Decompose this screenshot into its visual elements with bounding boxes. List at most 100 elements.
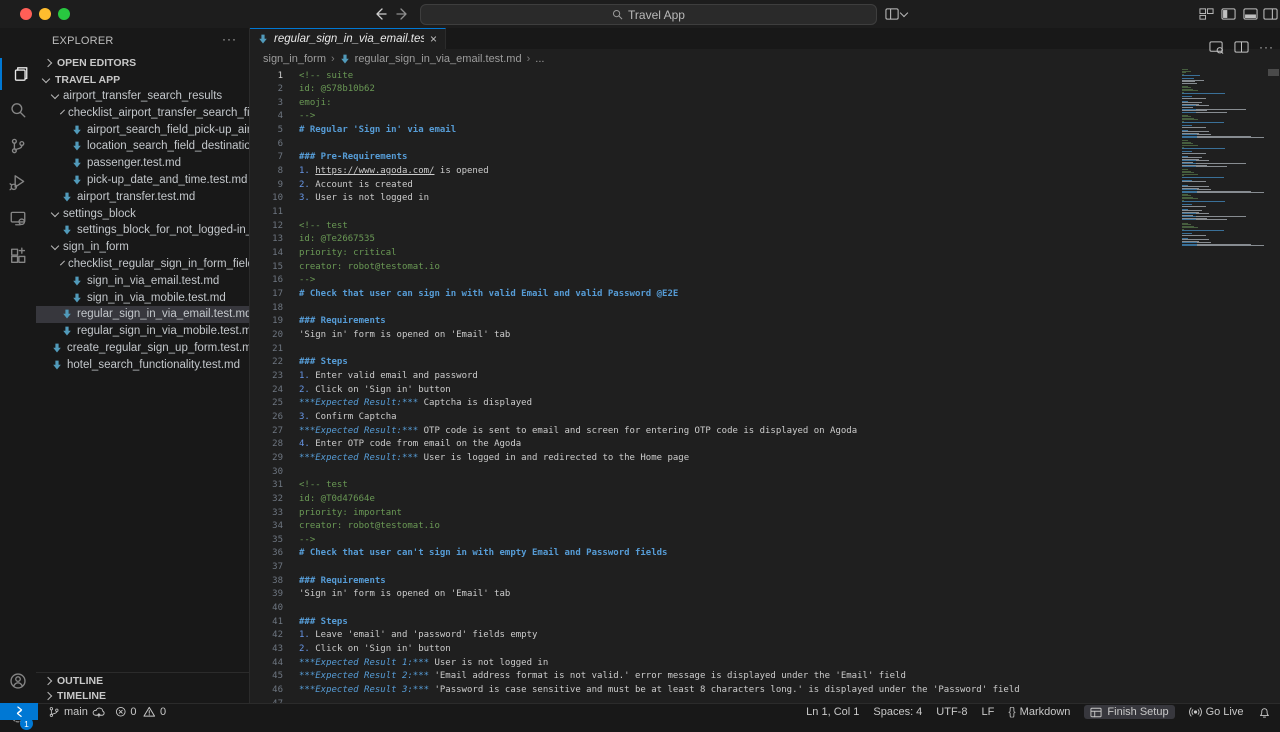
code-line[interactable]: ### Requirements	[299, 315, 1020, 329]
sidebar-item-remote-explorer[interactable]	[0, 202, 36, 234]
code-line[interactable]: 'Sign in' form is opened on 'Email' tab	[299, 329, 1020, 343]
code-line[interactable]: -->	[299, 534, 1020, 548]
code-line[interactable]: <!-- test	[299, 479, 1020, 493]
sidebar-item-search[interactable]	[0, 94, 36, 126]
code-line[interactable]	[299, 138, 1020, 152]
code-line[interactable]	[299, 602, 1020, 616]
code-line[interactable]: creator: robot@testomat.io	[299, 520, 1020, 534]
code-line[interactable]: 2. Account is created	[299, 179, 1020, 193]
code-line[interactable]: id: @T0d47664e	[299, 493, 1020, 507]
toggle-secondary-sidebar-button[interactable]	[1261, 6, 1279, 22]
code-line[interactable]: # Check that user can't sign in with emp…	[299, 547, 1020, 561]
explorer-more-actions-button[interactable]: ···	[222, 32, 237, 46]
outline-section[interactable]: OUTLINE	[36, 672, 258, 689]
code-line[interactable]: ### Pre-Requirements	[299, 151, 1020, 165]
code-line[interactable]: creator: robot@testomat.io	[299, 261, 1020, 275]
problems-item[interactable]: 0 0	[115, 706, 166, 718]
timeline-section[interactable]: TIMELINE	[36, 688, 258, 703]
code-line[interactable]: priority: important	[299, 507, 1020, 521]
code-line[interactable]: ### Steps	[299, 616, 1020, 630]
open-editors-section[interactable]: OPEN EDITORS	[36, 54, 258, 71]
code-line[interactable]: ***Expected Result:*** Captcha is displa…	[299, 397, 1020, 411]
code-line[interactable]: ***Expected Result:*** User is logged in…	[299, 452, 1020, 466]
minimap[interactable]	[1182, 69, 1268, 249]
grid-layout-button[interactable]	[1197, 6, 1215, 22]
code-line[interactable]: 4. Enter OTP code from email on the Agod…	[299, 438, 1020, 452]
tree-item-regular-sign-in-via-mobile-test-md[interactable]: regular_sign_in_via_mobile.test.md	[36, 323, 249, 340]
code-line[interactable]: ### Steps	[299, 356, 1020, 370]
cursor-position-item[interactable]: Ln 1, Col 1	[806, 706, 859, 718]
code-line[interactable]: ***Expected Result 2:*** 'Email address …	[299, 670, 1020, 684]
code-line[interactable]: -->	[299, 110, 1020, 124]
sidebar-item-source-control[interactable]	[0, 130, 36, 162]
code-line[interactable]	[299, 343, 1020, 357]
close-tab-button[interactable]: ×	[430, 33, 437, 45]
command-center-search[interactable]: Travel App	[420, 4, 877, 25]
tree-item-checklist-airport-transfer-search-fie[interactable]: checklist_airport_transfer_search_fie...	[36, 104, 249, 121]
encoding-item[interactable]: UTF-8	[936, 706, 967, 718]
tree-item-hotel-search-functionality-test-md[interactable]: hotel_search_functionality.test.md	[36, 356, 249, 373]
go-live-item[interactable]: Go Live	[1189, 706, 1244, 718]
remote-indicator[interactable]	[0, 703, 38, 720]
indentation-item[interactable]: Spaces: 4	[873, 706, 922, 718]
tree-item-sign-in-via-email-test-md[interactable]: sign_in_via_email.test.md	[36, 272, 249, 289]
tree-item-settings-block-for-not-logged-in-us[interactable]: settings_block_for_not_logged-in_us...	[36, 222, 249, 239]
code-line[interactable]: # Regular 'Sign in' via email	[299, 124, 1020, 138]
code-line[interactable]	[299, 206, 1020, 220]
toggle-primary-sidebar-button[interactable]	[1219, 6, 1237, 22]
code-line[interactable]: 2. Click on 'Sign in' button	[299, 643, 1020, 657]
language-mode-item[interactable]: {} Markdown	[1008, 706, 1070, 718]
breadcrumb-item[interactable]: regular_sign_in_via_email.test.md	[355, 53, 522, 65]
code-line[interactable]: id: @Te2667535	[299, 233, 1020, 247]
code-line[interactable]: emoji:	[299, 97, 1020, 111]
sidebar-item-explorer[interactable]	[0, 58, 38, 90]
git-branch-item[interactable]: main	[48, 706, 105, 718]
code-line[interactable]: ***Expected Result:*** OTP code is sent …	[299, 425, 1020, 439]
tree-item-create-regular-sign-up-form-test-md[interactable]: create_regular_sign_up_form.test.md	[36, 340, 249, 357]
code-line[interactable]	[299, 466, 1020, 480]
layout-dropdown-button[interactable]	[899, 6, 909, 22]
code-line[interactable]: 2. Click on 'Sign in' button	[299, 384, 1020, 398]
code-line[interactable]	[299, 302, 1020, 316]
zoom-window-button[interactable]	[58, 8, 70, 20]
tree-item-settings-block[interactable]: settings_block	[36, 205, 249, 222]
scrollbar-thumb[interactable]	[1268, 69, 1279, 76]
code-line[interactable]: <!-- suite	[299, 70, 1020, 84]
minimize-window-button[interactable]	[39, 8, 51, 20]
code-line[interactable]: priority: critical	[299, 247, 1020, 261]
code-line[interactable]: ***Expected Result 3:*** 'Password is ca…	[299, 684, 1020, 698]
code-line[interactable]: 1. https://www.agoda.com/ is opened	[299, 165, 1020, 179]
tree-item-sign-in-via-mobile-test-md[interactable]: sign_in_via_mobile.test.md	[36, 289, 249, 306]
accounts-button[interactable]	[0, 665, 36, 697]
code-editor[interactable]: <!-- suiteid: @S78b10b62emoji:--># Regul…	[299, 70, 1020, 704]
tab-regular-sign-in-via-email[interactable]: regular_sign_in_via_email.test.md ×	[250, 28, 446, 49]
finish-setup-item[interactable]: Finish Setup	[1084, 705, 1174, 719]
code-line[interactable]: id: @S78b10b62	[299, 83, 1020, 97]
breadcrumb-item[interactable]: ...	[535, 53, 544, 65]
tree-item-checklist-regular-sign-in-form-field[interactable]: checklist_regular_sign_in_form_field...	[36, 256, 249, 273]
tree-item-location-search-field-destination-l[interactable]: location_search_field_destination_l...	[36, 138, 249, 155]
sidebar-item-extensions[interactable]	[0, 240, 36, 272]
code-line[interactable]: ### Requirements	[299, 575, 1020, 589]
breadcrumb-item[interactable]: sign_in_form	[263, 53, 326, 65]
tree-item-airport-transfer-test-md[interactable]: airport_transfer.test.md	[36, 188, 249, 205]
code-line[interactable]: <!-- test	[299, 220, 1020, 234]
tree-item-airport-search-field-pick-up-airpor[interactable]: airport_search_field_pick-up_airpor...	[36, 121, 249, 138]
code-line[interactable]: 3. Confirm Captcha	[299, 411, 1020, 425]
notifications-button[interactable]	[1258, 706, 1271, 719]
back-button[interactable]	[370, 5, 390, 23]
tree-item-passenger-test-md[interactable]: passenger.test.md	[36, 155, 249, 172]
code-line[interactable]: -->	[299, 274, 1020, 288]
tree-item-regular-sign-in-via-email-test-md[interactable]: regular_sign_in_via_email.test.md	[36, 306, 249, 323]
code-line[interactable]: # Check that user can sign in with valid…	[299, 288, 1020, 302]
tree-item-airport-transfer-search-results[interactable]: airport_transfer_search_results	[36, 88, 249, 105]
code-line[interactable]: ***Expected Result 1:*** User is not log…	[299, 657, 1020, 671]
tree-item-sign-in-form[interactable]: sign_in_form	[36, 239, 249, 256]
close-window-button[interactable]	[20, 8, 32, 20]
code-line[interactable]: 1. Enter valid email and password	[299, 370, 1020, 384]
code-line[interactable]: 3. User is not logged in	[299, 192, 1020, 206]
toggle-panel-button[interactable]	[1241, 6, 1259, 22]
tree-item-pick-up-date-and-time-test-md[interactable]: pick-up_date_and_time.test.md	[36, 172, 249, 189]
sidebar-item-run-debug[interactable]	[0, 166, 36, 198]
code-line[interactable]: 1. Leave 'email' and 'password' fields e…	[299, 629, 1020, 643]
